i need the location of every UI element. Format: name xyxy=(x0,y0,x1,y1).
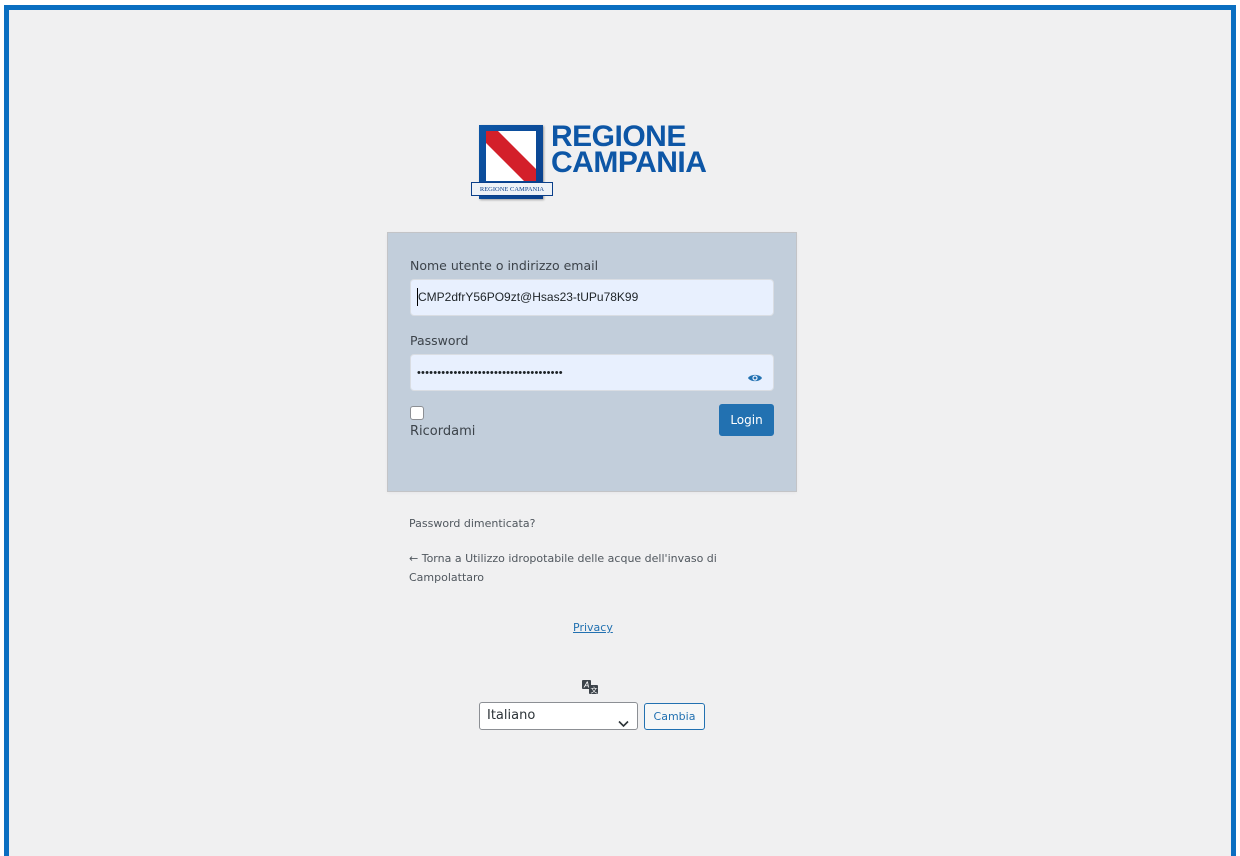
remember-checkbox[interactable] xyxy=(410,406,424,420)
password-label: Password xyxy=(410,333,469,348)
eye-icon[interactable] xyxy=(747,365,763,382)
password-field[interactable]: •••••••••••••••••••••••••••••••••••• xyxy=(410,354,774,391)
username-label: Nome utente o indirizzo email xyxy=(410,258,599,273)
username-field[interactable]: CMP2dfrY56PO9zt@Hsas23-tUPu78K99 xyxy=(410,279,774,316)
password-value: •••••••••••••••••••••••••••••••••••• xyxy=(417,367,563,379)
regione-campania-logo[interactable]: REGIONE CAMPANIA REGIONE CAMPANIA xyxy=(469,122,719,210)
login-form: Nome utente o indirizzo email CMP2dfrY56… xyxy=(387,232,797,492)
language-select[interactable]: Italiano xyxy=(479,702,638,730)
chevron-down-icon xyxy=(618,712,629,738)
lost-password-link[interactable]: Password dimenticata? xyxy=(409,517,535,530)
text-caret xyxy=(417,287,418,306)
back-to-site-link[interactable]: ← Torna a Utilizzo idropotabile delle ac… xyxy=(409,549,729,587)
translate-icon: A 文 xyxy=(582,680,599,699)
remember-label[interactable]: Ricordami xyxy=(410,424,475,439)
change-language-button[interactable]: Cambia xyxy=(644,703,705,730)
logo-line-2: CAMPANIA xyxy=(551,146,707,179)
login-button[interactable]: Login xyxy=(719,404,774,436)
privacy-link[interactable]: Privacy xyxy=(573,621,613,634)
svg-text:A: A xyxy=(583,681,589,690)
logo-caption: REGIONE CAMPANIA xyxy=(471,182,553,196)
logo-wordmark: REGIONE CAMPANIA xyxy=(551,122,707,179)
language-selected: Italiano xyxy=(487,708,536,723)
username-value: CMP2dfrY56PO9zt@Hsas23-tUPu78K99 xyxy=(418,290,639,304)
svg-text:文: 文 xyxy=(591,686,598,695)
